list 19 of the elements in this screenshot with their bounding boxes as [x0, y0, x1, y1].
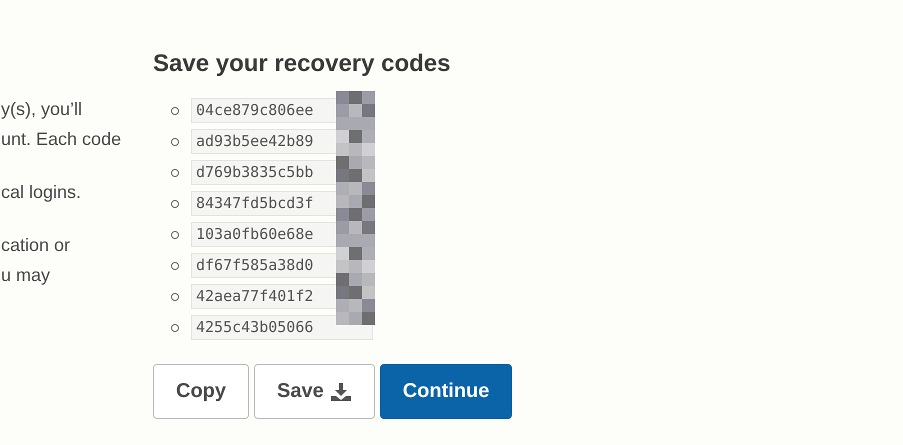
save-button[interactable]: Save: [254, 364, 375, 419]
bullet-icon: [171, 230, 179, 238]
bullet-icon: [171, 106, 179, 114]
body-text: y(s), you’ll: [1, 98, 84, 121]
bullet-icon: [171, 138, 179, 146]
bullet-icon: [171, 168, 179, 176]
bullet-icon: [171, 200, 179, 208]
bullet-icon: [171, 292, 179, 300]
continue-button[interactable]: Continue: [380, 364, 512, 419]
body-text: cal logins.: [1, 181, 82, 204]
bullet-icon: [171, 324, 179, 332]
bullet-icon: [171, 262, 179, 270]
download-icon: [330, 382, 352, 402]
body-text: unt. Each code: [1, 128, 122, 151]
recovery-code: 4255c43b05066: [191, 315, 373, 340]
body-text: cation or: [1, 234, 72, 257]
page-title: Save your recovery codes: [153, 49, 452, 79]
body-text: u may: [1, 264, 52, 287]
copy-button[interactable]: Copy: [153, 364, 249, 419]
